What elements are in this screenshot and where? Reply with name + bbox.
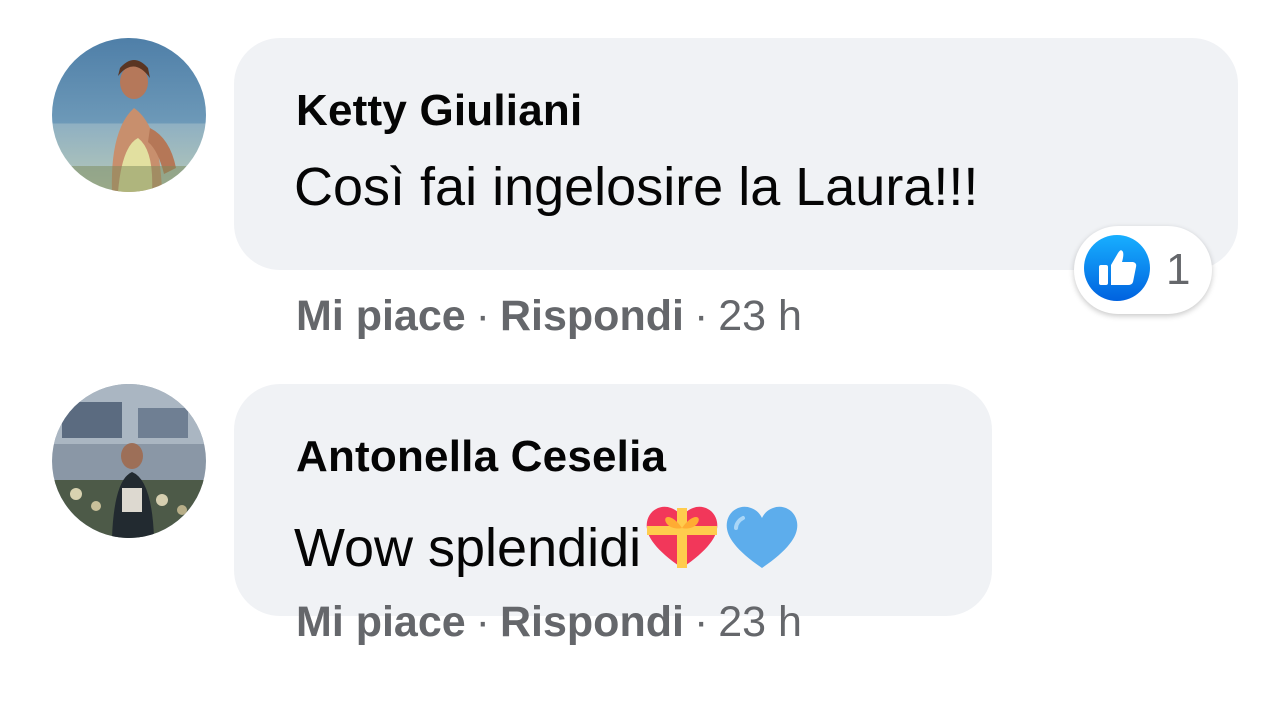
comment-author[interactable]: Ketty Giuliani [296,86,582,136]
like-button[interactable]: Mi piace [296,292,466,340]
comment-bubble: Antonella Ceselia Wow splendidi [234,384,992,616]
gift-heart-emoji [643,502,721,585]
separator: · [693,598,709,646]
comment-text: Così fai ingelosire la Laura!!! [294,157,979,217]
reaction-summary[interactable]: 1 [1074,226,1213,314]
comment-actions: Mi piace · Rispondi · 23 h [296,598,802,647]
comment-text: Wow splendidi [294,502,801,585]
reply-button[interactable]: Rispondi [500,292,684,340]
comment-actions: Mi piace · Rispondi · 23 h [296,292,802,341]
like-button[interactable]: Mi piace [296,598,466,646]
timestamp[interactable]: 23 h [718,598,802,646]
reply-button[interactable]: Rispondi [500,598,684,646]
comment-text-body: Wow splendidi [294,518,642,578]
blue-heart-emoji [723,502,801,585]
reaction-count: 1 [1166,245,1191,294]
avatar[interactable] [52,38,206,192]
timestamp[interactable]: 23 h [718,292,802,340]
comment-thread: Ketty Giuliani Così fai ingelosire la La… [0,0,1280,720]
avatar[interactable] [52,384,206,538]
separator: · [693,292,709,340]
comment-author[interactable]: Antonella Ceselia [296,432,666,482]
separator: · [475,598,490,646]
separator: · [475,292,490,340]
like-icon [1082,233,1152,308]
